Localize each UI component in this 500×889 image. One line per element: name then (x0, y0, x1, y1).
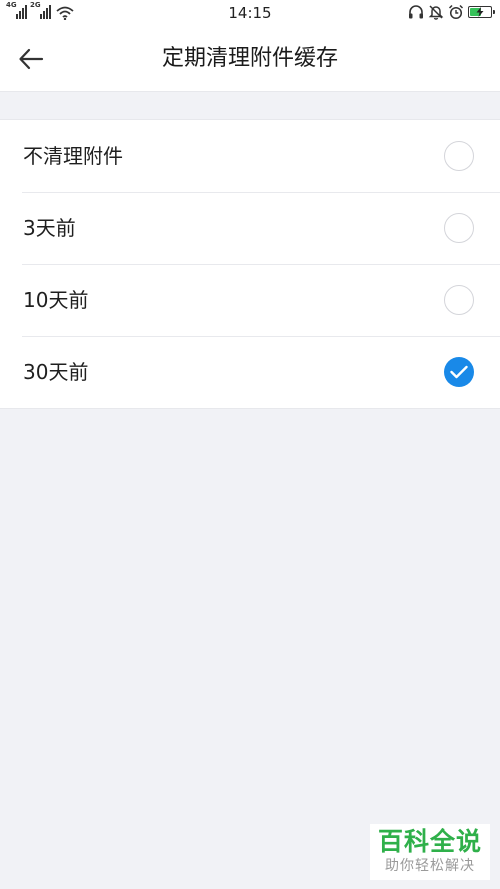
option-3-days[interactable]: 3天前 (0, 192, 500, 264)
radio-button[interactable] (444, 285, 474, 315)
page-title: 定期清理附件缓存 (161, 46, 338, 71)
watermark-title: 百科全说 (377, 827, 482, 856)
watermark-subtitle: 助你轻松解决 (385, 858, 475, 874)
radio-button[interactable] (444, 213, 474, 243)
headset-icon (409, 4, 423, 18)
option-30-days[interactable]: 30天前 (0, 336, 500, 408)
option-label: 不清理附件 (23, 144, 123, 168)
radio-button[interactable] (444, 141, 474, 171)
option-no-cleanup[interactable]: 不清理附件 (0, 120, 500, 192)
option-label: 3天前 (23, 216, 76, 240)
nav-bar: 定期清理附件缓存 (0, 26, 500, 92)
radio-button-checked[interactable] (444, 357, 474, 387)
bell-muted-icon (428, 5, 444, 20)
checkmark-icon (450, 365, 468, 379)
status-icons (408, 4, 495, 20)
watermark-logo: 百科全说 助你轻松解决 (370, 824, 490, 880)
option-label: 10天前 (23, 288, 89, 312)
status-bar: 4G 2G 14:15 (0, 0, 500, 26)
option-10-days[interactable]: 10天前 (0, 264, 500, 336)
battery-charging-icon (468, 6, 495, 18)
alarm-icon (448, 4, 464, 20)
option-label: 30天前 (23, 360, 89, 384)
cleanup-options-list: 不清理附件 3天前 10天前 30天前 (0, 119, 500, 409)
